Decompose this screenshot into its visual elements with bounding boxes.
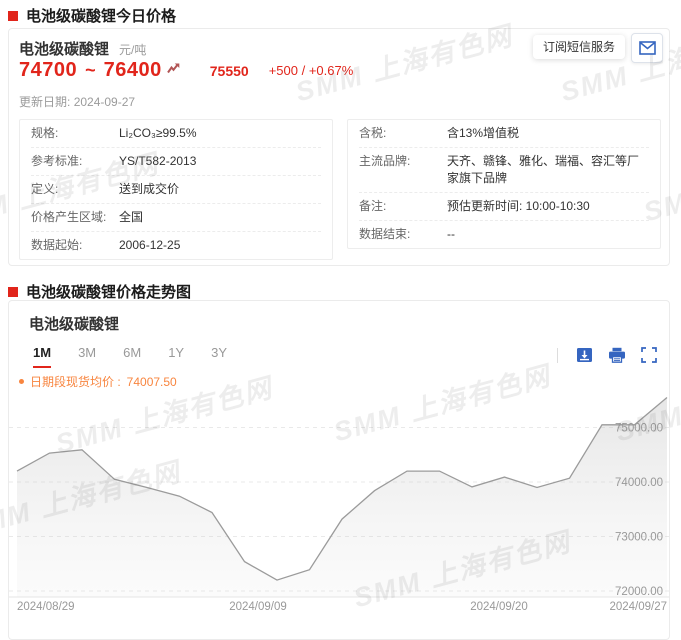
row-value: 全国 <box>119 209 321 226</box>
table-row: 数据起始: 2006-12-25 <box>31 232 321 259</box>
row-label: 规格: <box>31 125 119 142</box>
legend-label: 日期段现货均价 : <box>30 373 121 390</box>
section-title: 电池级碳酸锂价格走势图 <box>26 281 191 302</box>
price-unit: 元/吨 <box>119 41 146 58</box>
table-row: 主流品牌: 天齐、赣锋、雅化、瑞福、容汇等厂家旗下品牌 <box>359 148 649 193</box>
mail-subscribe-button[interactable] <box>631 33 663 63</box>
table-row: 参考标准: YS/T582-2013 <box>31 148 321 176</box>
chart-product-name: 电池级碳酸锂 <box>29 313 119 334</box>
row-label: 参考标准: <box>31 153 119 170</box>
row-value: 2006-12-25 <box>119 237 321 254</box>
table-row: 定义: 送到成交价 <box>31 176 321 204</box>
envelope-icon <box>639 41 656 55</box>
trend-chart-card: 电池级碳酸锂 1M 3M 6M 1Y 3Y <box>8 300 670 640</box>
svg-text:73000.00: 73000.00 <box>615 532 663 544</box>
period-tabs: 1M 3M 6M 1Y 3Y <box>33 345 227 368</box>
price-range-low: 74700 <box>19 59 77 82</box>
price-card: 电池级碳酸锂 元/吨 订阅短信服务 74700 ~ 76400 75550 +5… <box>8 28 670 266</box>
save-image-icon[interactable] <box>576 347 593 363</box>
section-header-today-price: 电池级碳酸锂今日价格 <box>8 5 176 26</box>
info-table: 含税: 含13%增值税 主流品牌: 天齐、赣锋、雅化、瑞福、容汇等厂家旗下品牌 … <box>347 119 661 249</box>
update-date-row: 更新日期: 2024-09-27 <box>19 93 135 110</box>
table-row: 价格产生区域: 全国 <box>31 204 321 232</box>
legend-dot-icon <box>19 379 24 384</box>
row-label: 含税: <box>359 125 447 142</box>
row-label: 数据结束: <box>359 226 447 243</box>
chart-toolbar <box>557 347 657 363</box>
print-icon[interactable] <box>608 347 626 363</box>
svg-text:2024/09/27: 2024/09/27 <box>609 601 667 613</box>
update-date-label: 更新日期: <box>19 95 70 109</box>
spec-table: 规格: Li₂CO₃≥99.5% 参考标准: YS/T582-2013 定义: … <box>19 119 333 260</box>
row-value: 预估更新时间: 10:00-10:30 <box>447 198 649 215</box>
row-label: 主流品牌: <box>359 153 447 187</box>
section-title: 电池级碳酸锂今日价格 <box>26 5 176 26</box>
svg-text:72000.00: 72000.00 <box>615 586 663 598</box>
tab-3y[interactable]: 3Y <box>211 345 227 368</box>
row-label: 备注: <box>359 198 447 215</box>
x-axis-labels: 2024/08/29 2024/09/09 2024/09/20 2024/09/27 <box>17 601 667 613</box>
detail-tables: 规格: Li₂CO₃≥99.5% 参考标准: YS/T582-2013 定义: … <box>19 119 661 260</box>
row-label: 数据起始: <box>31 237 119 254</box>
price-card-title-row: 电池级碳酸锂 元/吨 <box>19 38 146 59</box>
price-row: 74700 ~ 76400 75550 +500 / +0.67% <box>19 59 353 82</box>
tab-3m[interactable]: 3M <box>78 345 96 368</box>
fullscreen-icon[interactable] <box>641 347 657 363</box>
row-label: 定义: <box>31 181 119 198</box>
tab-1y[interactable]: 1Y <box>168 345 184 368</box>
table-row: 规格: Li₂CO₃≥99.5% <box>31 120 321 148</box>
toolbar-divider <box>557 348 558 363</box>
row-value: 天齐、赣锋、雅化、瑞福、容汇等厂家旗下品牌 <box>447 153 649 187</box>
chart-legend[interactable]: 日期段现货均价 : 74007.50 <box>19 373 177 390</box>
row-label: 价格产生区域: <box>31 209 119 226</box>
table-row: 备注: 预估更新时间: 10:00-10:30 <box>359 193 649 221</box>
svg-text:74000.00: 74000.00 <box>615 477 663 489</box>
tab-1m[interactable]: 1M <box>33 345 51 368</box>
tab-6m[interactable]: 6M <box>123 345 141 368</box>
red-square-bullet-icon <box>8 11 18 21</box>
price-change: +500 / +0.67% <box>269 63 354 78</box>
svg-text:75000.00: 75000.00 <box>615 423 663 435</box>
price-trend-chart[interactable]: 75000.00 74000.00 73000.00 72000.00 2024/08… <box>9 389 669 621</box>
product-name: 电池级碳酸锂 <box>19 38 109 59</box>
svg-text:2024/09/20: 2024/09/20 <box>470 601 528 613</box>
update-date-value: 2024-09-27 <box>74 95 135 109</box>
table-row: 数据结束: -- <box>359 221 649 248</box>
price-range-tilde: ~ <box>85 60 96 81</box>
legend-value: 74007.50 <box>127 375 177 389</box>
row-value: 含13%增值税 <box>447 125 649 142</box>
price-up-arrow-icon <box>167 63 180 74</box>
price-range-high: 76400 <box>104 59 162 82</box>
svg-text:2024/08/29: 2024/08/29 <box>17 601 75 613</box>
svg-text:2024/09/09: 2024/09/09 <box>229 601 287 613</box>
subscribe-sms-button[interactable]: 订阅短信服务 <box>533 35 625 59</box>
price-average: 75550 <box>210 63 249 79</box>
red-square-bullet-icon <box>8 287 18 297</box>
row-value: 送到成交价 <box>119 181 321 198</box>
row-value: YS/T582-2013 <box>119 153 321 170</box>
section-header-trend-chart: 电池级碳酸锂价格走势图 <box>8 281 191 302</box>
row-value: -- <box>447 226 649 243</box>
table-row: 含税: 含13%增值税 <box>359 120 649 148</box>
row-value: Li₂CO₃≥99.5% <box>119 125 321 142</box>
